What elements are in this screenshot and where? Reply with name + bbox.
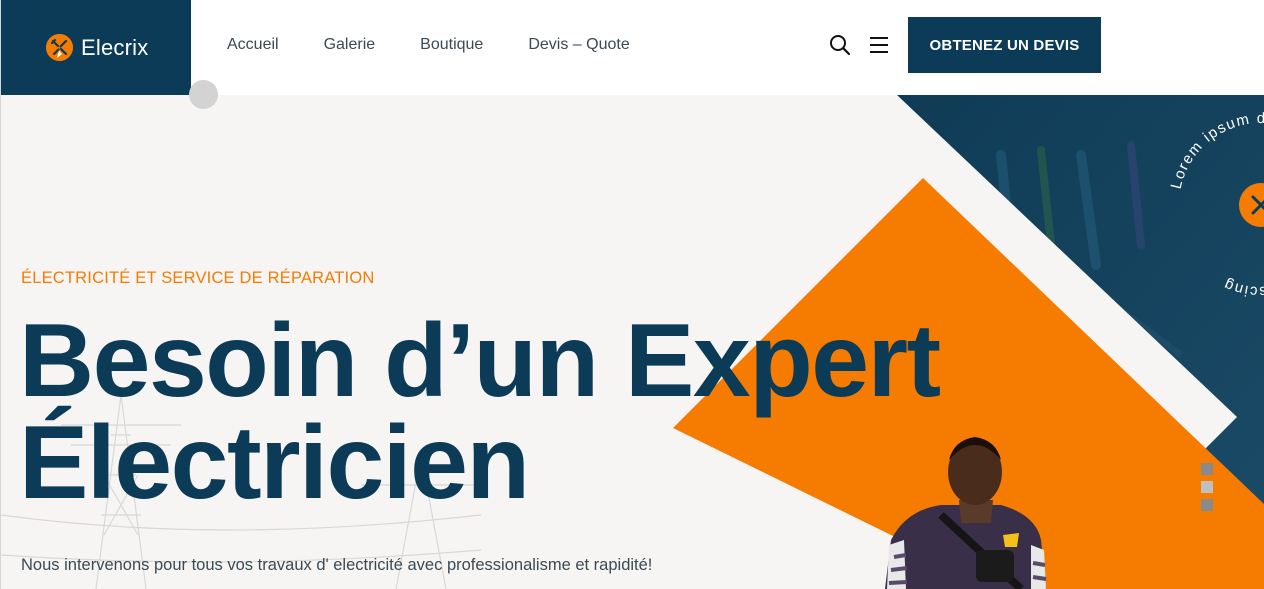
slider-dot-3[interactable] — [1201, 499, 1213, 511]
hero-title: Besoin d’un Expert Électricien — [19, 309, 941, 515]
hamburger-menu-icon[interactable] — [867, 33, 891, 57]
nav-item-galerie[interactable]: Galerie — [324, 36, 376, 54]
hero-lead: Nous intervenons pour tous vos travaux d… — [21, 556, 653, 574]
circular-badge: Lorem ipsum dolor sit amet consectetur a… — [1168, 110, 1264, 300]
page: Elecrix Accueil Galerie Boutique Devis –… — [0, 0, 1264, 589]
brand-name: Elecrix — [81, 34, 149, 60]
hero-section: Lorem ipsum dolor sit amet consectetur a… — [1, 95, 1264, 589]
hero-title-line2: Électricien — [19, 405, 530, 521]
electric-tools-icon — [46, 34, 73, 61]
nav-item-boutique[interactable]: Boutique — [420, 36, 483, 54]
main-nav: Accueil Galerie Boutique Devis – Quote — [227, 0, 675, 90]
logo-link[interactable]: Elecrix — [1, 0, 191, 95]
hero-subtitle: ÉLECTRICITÉ ET SERVICE DE RÉPARATION — [21, 269, 375, 287]
slider-pagination — [1201, 463, 1213, 511]
site-header: Elecrix Accueil Galerie Boutique Devis –… — [1, 0, 1264, 95]
search-icon[interactable] — [828, 33, 852, 57]
nav-item-devis-quote[interactable]: Devis – Quote — [528, 36, 629, 54]
hero-title-line1: Besoin d’un Expert — [19, 303, 941, 419]
slider-dot-1[interactable] — [1201, 463, 1213, 475]
get-quote-button[interactable]: OBTENEZ UN DEVIS — [908, 17, 1101, 73]
slider-dot-2[interactable] — [1201, 481, 1213, 493]
nav-item-accueil[interactable]: Accueil — [227, 36, 279, 54]
scroll-indicator — [189, 80, 218, 109]
